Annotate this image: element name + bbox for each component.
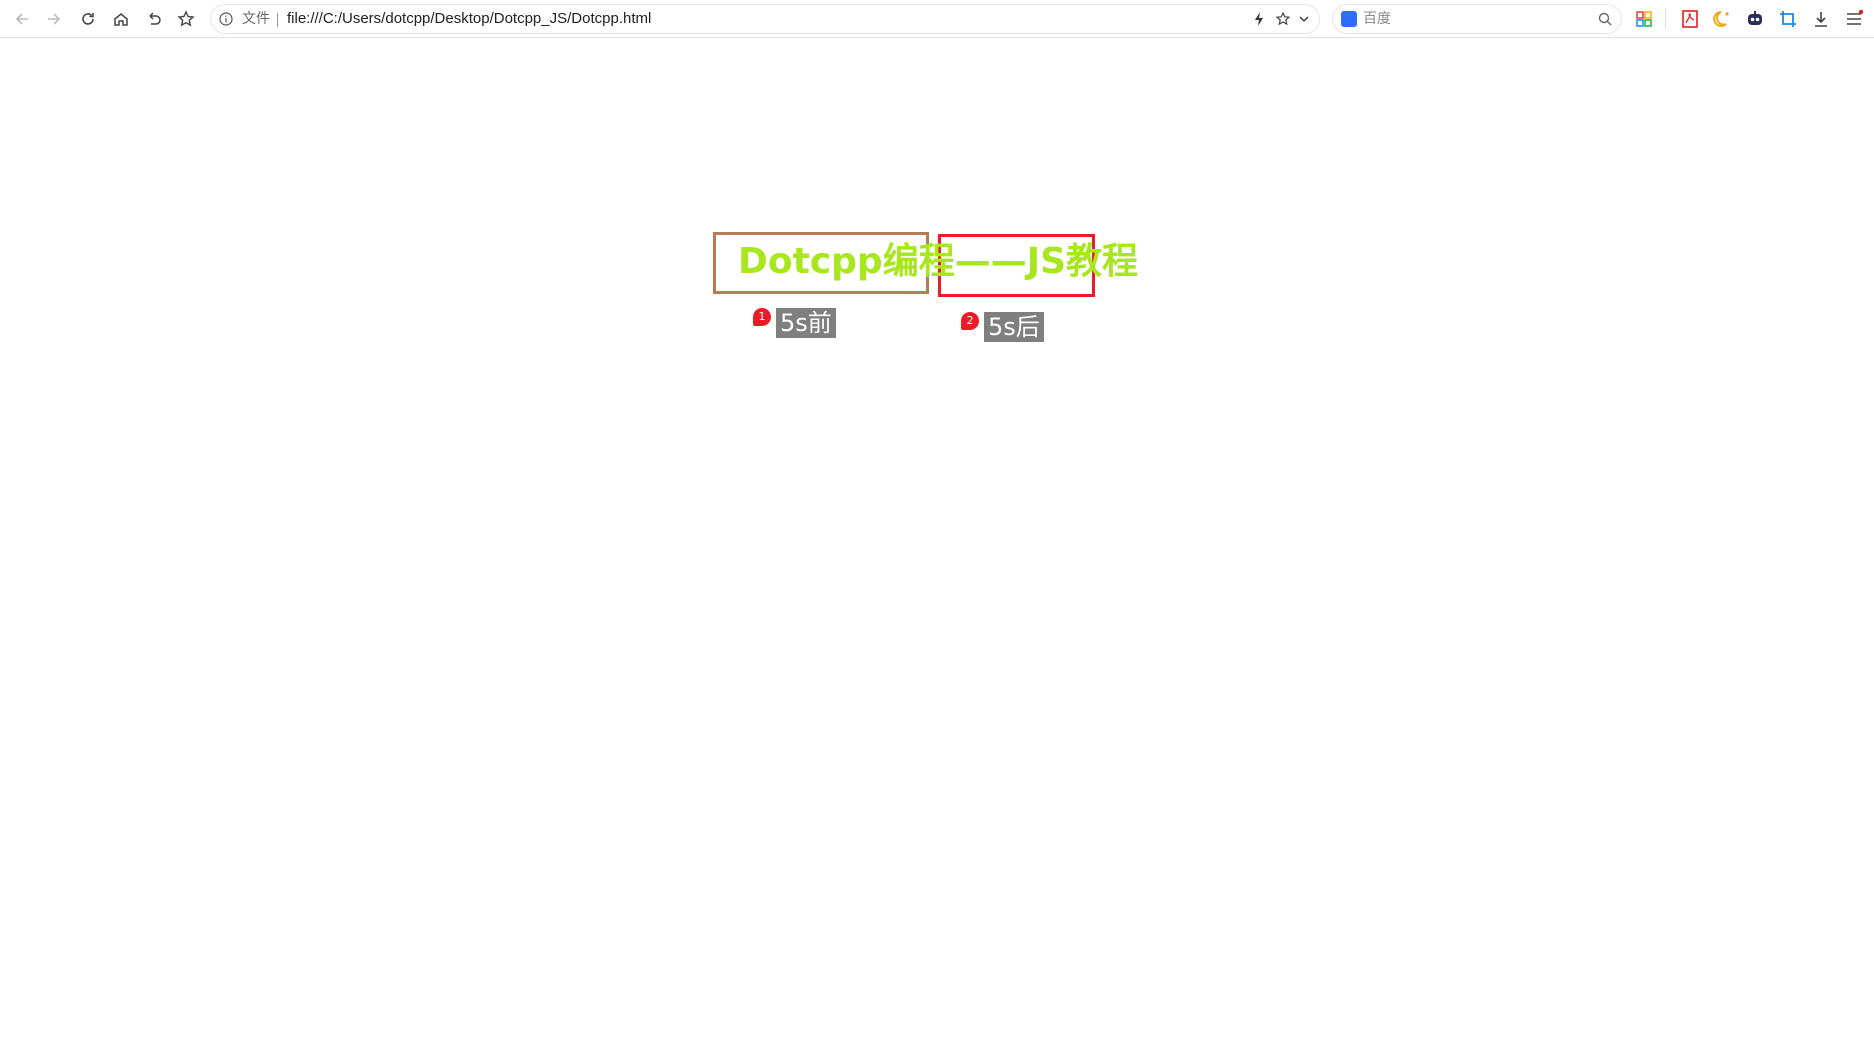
reload-button[interactable] bbox=[76, 7, 100, 31]
url-text[interactable]: file:///C:/Users/dotcpp/Desktop/Dotcpp_J… bbox=[287, 11, 651, 27]
label-before: 5s前 bbox=[776, 308, 836, 338]
star-outline-icon[interactable] bbox=[1275, 11, 1291, 27]
baidu-icon bbox=[1341, 11, 1357, 27]
page-title: Dotcpp编程——JS教程 bbox=[738, 241, 1139, 282]
bookmark-button[interactable] bbox=[174, 7, 198, 31]
info-icon[interactable] bbox=[219, 12, 233, 26]
crop-icon[interactable] bbox=[1778, 9, 1798, 29]
forward-button[interactable] bbox=[42, 7, 66, 31]
pdf-icon[interactable] bbox=[1680, 9, 1700, 29]
address-bar[interactable]: 文件 file:///C:/Users/dotcpp/Desktop/Dotcp… bbox=[210, 4, 1320, 34]
arrow-left-icon bbox=[15, 13, 28, 25]
lightning-icon[interactable] bbox=[1251, 11, 1267, 27]
home-button[interactable] bbox=[109, 7, 133, 31]
address-divider bbox=[277, 13, 278, 27]
back-button[interactable] bbox=[10, 7, 34, 31]
menu-icon[interactable] bbox=[1844, 9, 1864, 29]
search-input[interactable]: 百度 bbox=[1363, 11, 1391, 27]
apps-grid-icon[interactable] bbox=[1634, 9, 1654, 29]
search-box[interactable]: 百度 bbox=[1332, 4, 1622, 34]
moon-icon[interactable] bbox=[1712, 9, 1732, 29]
marker-badge-2: 2 bbox=[961, 312, 979, 330]
robot-icon[interactable] bbox=[1745, 9, 1765, 29]
label-after: 5s后 bbox=[984, 312, 1044, 342]
toolbar-divider bbox=[1665, 9, 1666, 29]
file-scheme-label: 文件 bbox=[242, 11, 270, 27]
arrow-right-icon bbox=[48, 13, 61, 25]
undo-icon bbox=[149, 12, 161, 25]
chevron-down-icon[interactable] bbox=[1296, 11, 1312, 27]
reload-icon bbox=[82, 13, 94, 25]
marker-badge-1: 1 bbox=[753, 308, 771, 326]
star-icon bbox=[177, 10, 195, 27]
download-icon[interactable] bbox=[1811, 9, 1831, 29]
home-icon bbox=[114, 13, 128, 26]
magnifier-icon[interactable] bbox=[1597, 11, 1613, 27]
browser-toolbar: 文件 file:///C:/Users/dotcpp/Desktop/Dotcp… bbox=[0, 0, 1874, 38]
undo-button[interactable] bbox=[142, 7, 166, 31]
